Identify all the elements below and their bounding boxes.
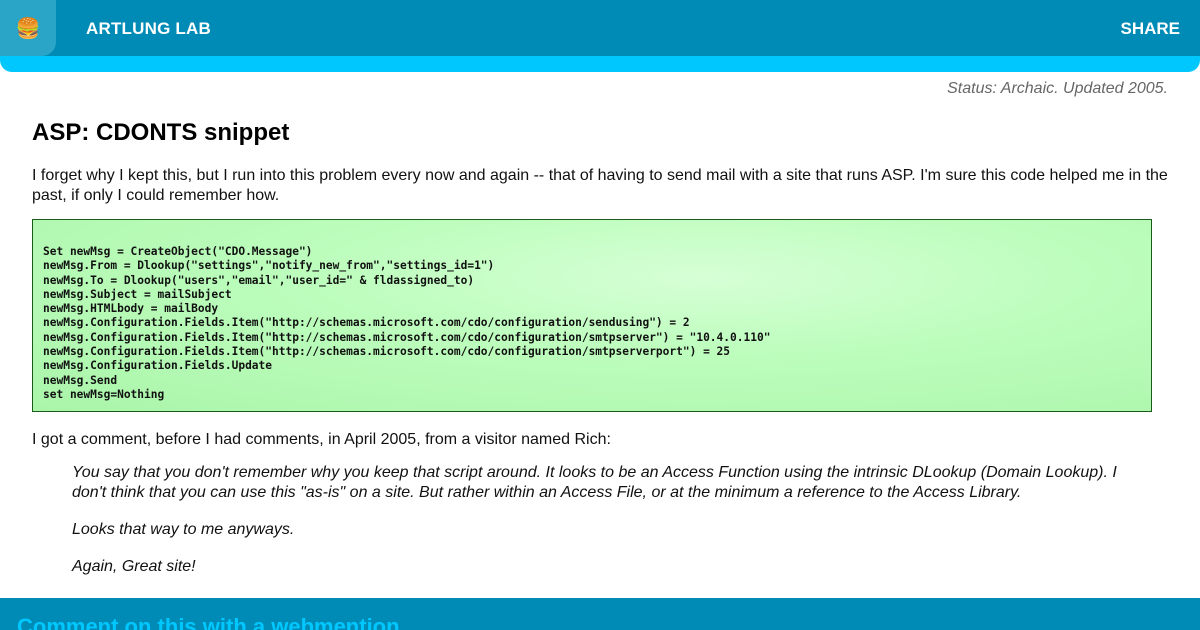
- code-line: newMsg.Send: [43, 373, 118, 387]
- share-link[interactable]: SHARE: [1120, 19, 1180, 39]
- site-header: 🍔 ARTLUNG LAB SHARE: [0, 0, 1200, 72]
- code-block: Set newMsg = CreateObject("CDO.Message")…: [32, 219, 1152, 412]
- comment-intro: I got a comment, before I had comments, …: [32, 431, 611, 448]
- header-bar: 🍔 ARTLUNG LAB SHARE: [0, 0, 1200, 56]
- status-text: Status: Archaic. Updated 2005.: [947, 80, 1168, 97]
- code-line: newMsg.Configuration.Fields.Update: [43, 359, 273, 373]
- menu-button[interactable]: 🍔: [0, 0, 56, 56]
- quoted-comment: You say that you don't remember why you …: [72, 463, 1152, 594]
- page-title: ASP: CDONTS snippet: [32, 119, 290, 146]
- code-line: newMsg.Configuration.Fields.Item("http:/…: [43, 316, 690, 330]
- quote-paragraph: Looks that way to me anyways.: [72, 520, 295, 538]
- code-line: newMsg.To = Dlookup("users","email","use…: [43, 273, 475, 287]
- webmention-section: Comment on this with a webmention: [0, 598, 1200, 630]
- quote-paragraph: You say that you don't remember why you …: [72, 464, 1117, 501]
- site-brand-link[interactable]: ARTLUNG LAB: [86, 19, 211, 39]
- code-line: Set newMsg = CreateObject("CDO.Message"): [43, 245, 313, 258]
- code-line: set newMsg=Nothing: [43, 387, 165, 401]
- quote-paragraph: Again, Great site!: [72, 557, 196, 575]
- code-line: newMsg.From = Dlookup("settings","notify…: [43, 259, 495, 273]
- intro-paragraph: I forget why I kept this, but I run into…: [32, 167, 1168, 204]
- code-line: newMsg.HTMLbody = mailBody: [43, 302, 219, 316]
- code-line: newMsg.Configuration.Fields.Item("http:/…: [43, 345, 731, 359]
- code-line: newMsg.Configuration.Fields.Item("http:/…: [43, 330, 771, 344]
- code-line: newMsg.Subject = mailSubject: [43, 287, 232, 301]
- hamburger-icon: 🍔: [15, 17, 41, 40]
- webmention-heading: Comment on this with a webmention: [17, 614, 400, 630]
